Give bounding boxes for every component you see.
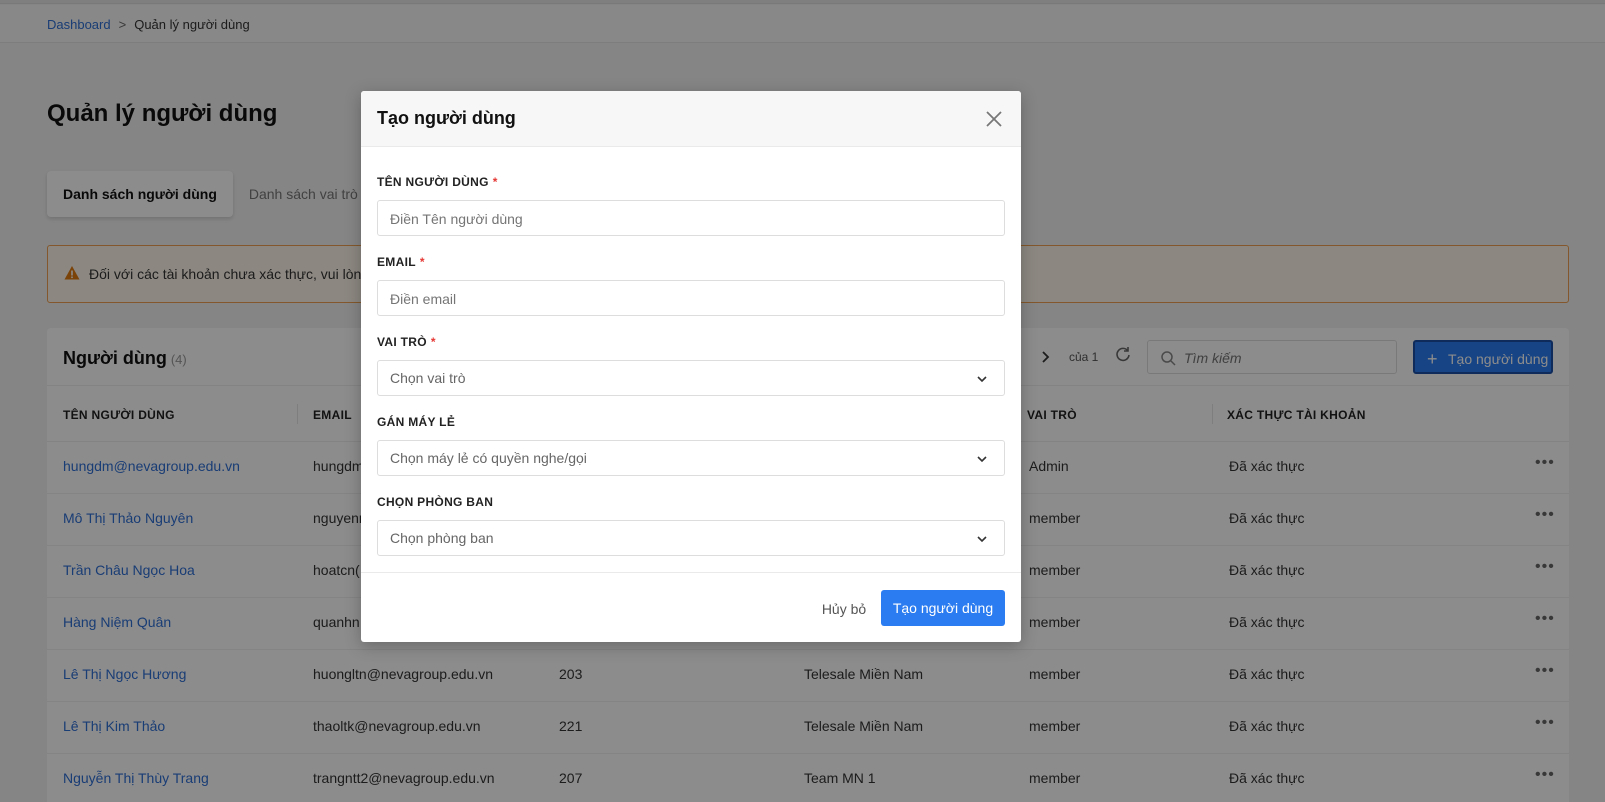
email-input[interactable] bbox=[390, 289, 990, 309]
email-label: EMAIL * bbox=[377, 255, 425, 269]
role-select-value: Chọn vai trò bbox=[390, 370, 466, 386]
extension-label: GÁN MÁY LẺ bbox=[377, 415, 456, 429]
department-select-value: Chọn phòng ban bbox=[390, 530, 494, 546]
chevron-down-icon bbox=[977, 376, 987, 383]
chevron-down-icon bbox=[977, 536, 987, 543]
required-marker: * bbox=[430, 335, 436, 349]
username-input[interactable] bbox=[390, 209, 990, 229]
username-label: TÊN NGƯỜI DÙNG * bbox=[377, 175, 498, 189]
required-marker: * bbox=[419, 255, 425, 269]
cancel-button[interactable]: Hủy bỏ bbox=[806, 591, 882, 627]
department-select[interactable]: Chọn phòng ban bbox=[377, 520, 1005, 556]
modal-header: Tạo người dùng bbox=[361, 91, 1021, 147]
department-label: CHỌN PHÒNG BAN bbox=[377, 495, 494, 509]
extension-select[interactable]: Chọn máy lẻ có quyền nghe/gọi bbox=[377, 440, 1005, 476]
email-label-text: EMAIL bbox=[377, 255, 416, 269]
role-select[interactable]: Chọn vai trò bbox=[377, 360, 1005, 396]
close-icon[interactable] bbox=[982, 107, 1006, 131]
extension-select-value: Chọn máy lẻ có quyền nghe/gọi bbox=[390, 450, 587, 466]
modal-footer: Hủy bỏ Tạo người dùng bbox=[361, 572, 1021, 642]
username-label-text: TÊN NGƯỜI DÙNG bbox=[377, 175, 489, 189]
create-user-modal: Tạo người dùng TÊN NGƯỜI DÙNG* EMAIL* VA… bbox=[361, 91, 1021, 642]
modal-title: Tạo người dùng bbox=[377, 108, 516, 128]
role-label-text: VAI TRÒ bbox=[377, 335, 427, 349]
submit-create-user-button[interactable]: Tạo người dùng bbox=[881, 590, 1005, 626]
role-label: VAI TRÒ * bbox=[377, 335, 436, 349]
chevron-down-icon bbox=[977, 456, 987, 463]
email-field bbox=[377, 280, 1005, 316]
required-marker: * bbox=[492, 175, 498, 189]
username-field bbox=[377, 200, 1005, 236]
